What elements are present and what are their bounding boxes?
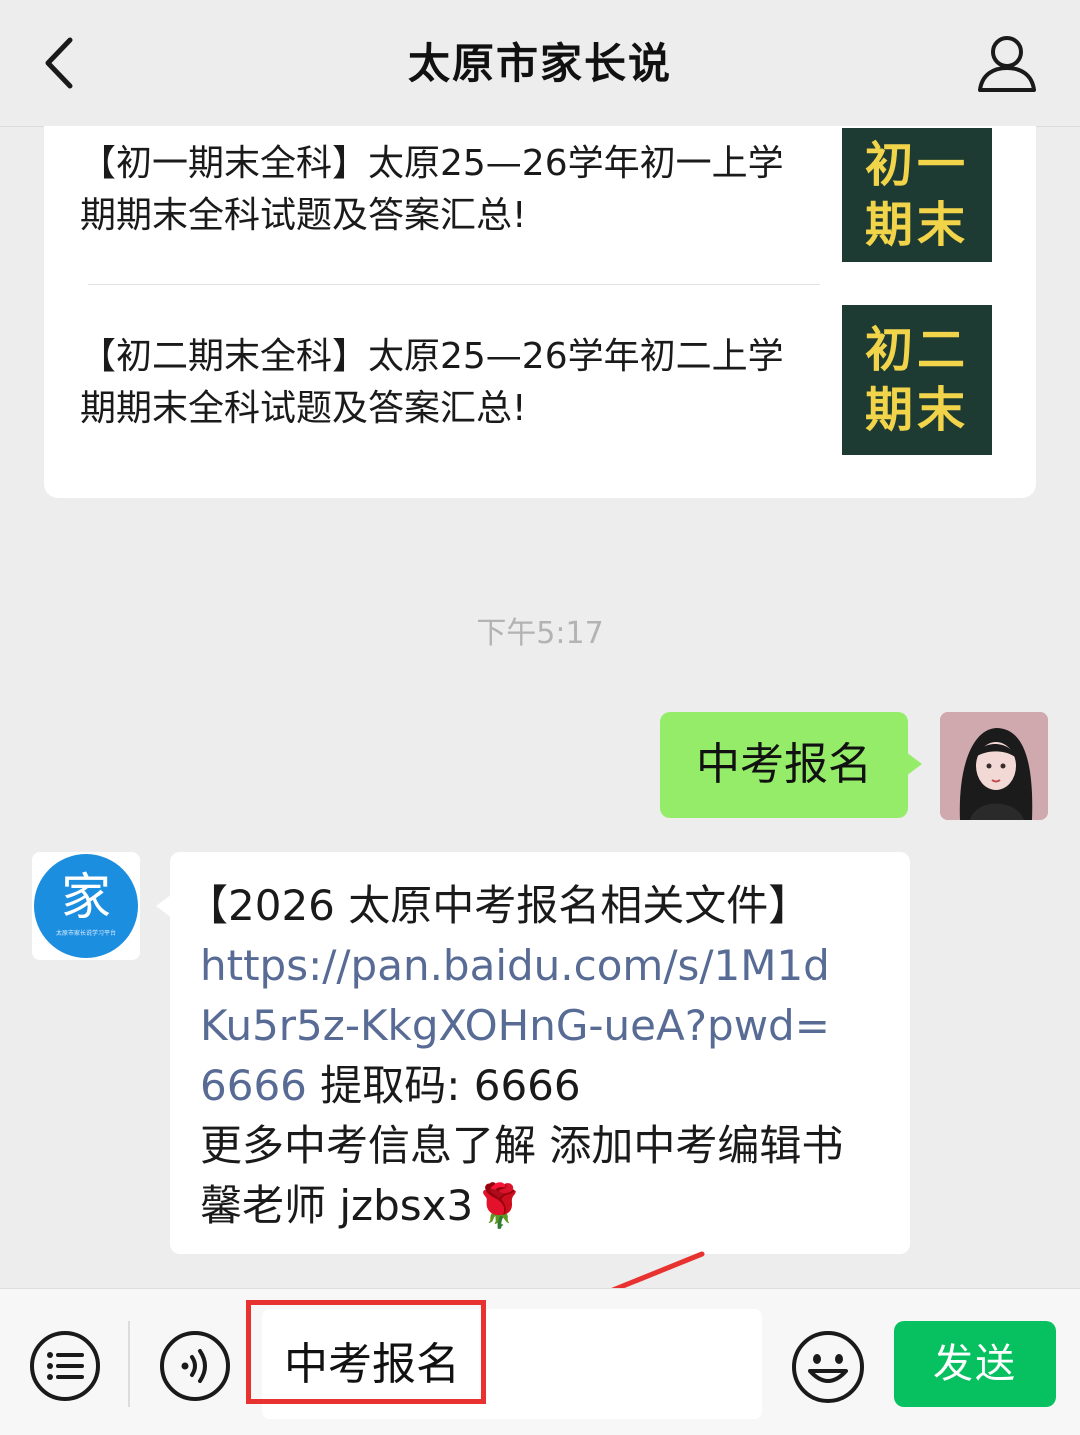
thumbnail-text: 期末 <box>864 382 969 438</box>
highlight-box <box>246 1300 486 1404</box>
account-logo-glyph: 家 <box>61 868 111 926</box>
article-title[interactable]: 【初二期末全科】太原25—26学年初二上学期期末全科试题及答案汇总! <box>80 331 810 435</box>
extraction-code: 提取码: 6666 <box>306 1061 581 1110</box>
rose-emoji: 🌹 <box>473 1181 526 1230</box>
official-account-avatar[interactable]: 家 太原市家长说学习平台 <box>32 852 140 960</box>
article-item[interactable]: 【初一期末全科】太原25—26学年初一上学期期末全科试题及答案汇总! 初一 期末 <box>44 126 1036 284</box>
message-heading: 【2026 太原中考报名相关文件】 <box>186 881 811 930</box>
account-logo: 家 太原市家长说学习平台 <box>34 854 138 958</box>
article-item[interactable]: 【初二期末全科】太原25—26学年初二上学期期末全科试题及答案汇总! 初二 期末 <box>44 285 1036 498</box>
profile-icon[interactable] <box>974 30 1040 96</box>
user-avatar-image <box>940 712 1048 820</box>
user-avatar[interactable] <box>940 712 1048 820</box>
thumbnail-text: 期末 <box>864 197 969 253</box>
toolbar-separator <box>128 1321 130 1407</box>
message-more-info: 更多中考信息了解 添加中考编辑书馨老师 jzbsx3🌹 <box>200 1116 870 1236</box>
chat-title: 太原市家长说 <box>407 39 672 88</box>
voice-icon[interactable] <box>158 1329 232 1403</box>
send-button[interactable]: 发送 <box>894 1321 1056 1407</box>
article-title[interactable]: 【初一期末全科】太原25—26学年初一上学期期末全科试题及答案汇总! <box>80 138 810 242</box>
input-toolbar: 中考报名 发送 <box>0 1288 1080 1435</box>
message-timestamp: 下午5:17 <box>476 616 604 651</box>
thumbnail-text: 初一 <box>864 137 969 193</box>
article-card: 【初一期末全科】太原25—26学年初一上学期期末全科试题及答案汇总! 初一 期末… <box>44 126 1036 498</box>
menu-icon[interactable] <box>28 1329 102 1403</box>
outgoing-message-bubble[interactable]: 中考报名 <box>660 712 922 818</box>
thumbnail-text: 初二 <box>864 322 969 378</box>
chat-header: 太原市家长说 <box>0 0 1080 127</box>
account-logo-caption: 太原市家长说学习平台 <box>55 930 116 937</box>
article-thumbnail[interactable]: 初一 期末 <box>842 128 992 262</box>
incoming-message-bubble[interactable]: 【2026 太原中考报名相关文件】 https://pan.baidu.com/s… <box>156 852 910 1254</box>
article-thumbnail[interactable]: 初二 期末 <box>842 305 992 455</box>
emoji-icon[interactable] <box>790 1329 866 1405</box>
